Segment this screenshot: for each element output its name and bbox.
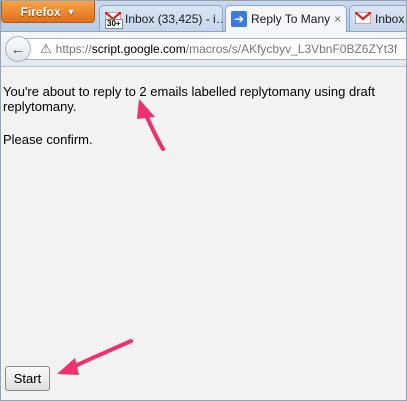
url-bar[interactable]: ⚠ https://script.google.com/macros/s/AKf… xyxy=(23,38,406,60)
gmail-icon xyxy=(355,12,371,25)
page-content: You're about to reply to 2 emails labell… xyxy=(1,67,406,400)
confirm-prompt: Please confirm. xyxy=(3,132,93,147)
unread-badge: 30+ xyxy=(105,19,123,29)
url-scheme: https:// xyxy=(55,42,92,56)
tab-inbox-2[interactable]: Inbox xyxy=(349,5,406,31)
close-icon[interactable]: × xyxy=(334,12,341,26)
firefox-menu-label: Firefox xyxy=(20,4,61,19)
navigation-bar: ⚠ https://script.google.com/macros/s/AKf… xyxy=(1,32,406,67)
tab-title: Reply To Many xyxy=(251,12,331,26)
chevron-down-icon: ▼ xyxy=(66,6,76,17)
back-arrow-icon: ← xyxy=(10,40,26,58)
tab-strip: Firefox ▼ 30+ Inbox (33,425) - i… ➜ Repl… xyxy=(1,1,406,32)
back-button[interactable]: ← xyxy=(5,36,31,62)
gmail-icon: 30+ xyxy=(105,12,123,29)
tab-title: Inbox (33,425) - i… xyxy=(125,11,223,26)
url-host: script.google.com xyxy=(91,42,186,56)
firefox-menu-button[interactable]: Firefox ▼ xyxy=(1,1,95,23)
apps-script-icon: ➜ xyxy=(231,11,247,27)
tab-reply-to-many[interactable]: ➜ Reply To Many × xyxy=(225,5,347,32)
tab-title: Inbox xyxy=(375,11,405,26)
warning-icon: ⚠ xyxy=(40,41,52,56)
tab-inbox-1[interactable]: 30+ Inbox (33,425) - i… xyxy=(99,5,223,31)
browser-window: Firefox ▼ 30+ Inbox (33,425) - i… ➜ Repl… xyxy=(0,0,407,401)
start-button[interactable]: Start xyxy=(5,366,50,391)
confirmation-message: You're about to reply to 2 emails labell… xyxy=(3,84,375,114)
url-path: /macros/s/AKfycbyv_L3VbnF0BZ6ZYt3f xyxy=(185,42,398,56)
